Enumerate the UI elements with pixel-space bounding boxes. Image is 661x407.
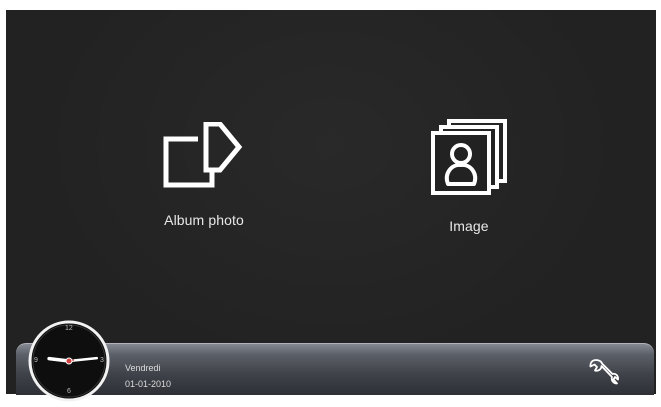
status-bar: Vendredi 01-01-2010 xyxy=(16,343,654,395)
image-label: Image xyxy=(449,218,489,234)
album-photo-button[interactable]: Album photo xyxy=(146,122,262,228)
clock-numeral-3: 3 xyxy=(100,357,104,364)
analog-clock: 12 3 6 9 xyxy=(28,320,110,402)
album-photo-label: Album photo xyxy=(164,212,244,228)
settings-button[interactable] xyxy=(588,357,620,387)
day-label: Vendredi xyxy=(125,363,161,373)
clock-numeral-6: 6 xyxy=(67,388,71,395)
clock-numeral-9: 9 xyxy=(34,357,38,364)
image-button[interactable]: Image xyxy=(411,118,527,234)
clock-numeral-12: 12 xyxy=(65,325,73,332)
album-share-icon xyxy=(163,122,243,188)
image-portrait-icon xyxy=(431,119,507,195)
date-label: 01-01-2010 xyxy=(125,379,172,389)
wrench-icon xyxy=(589,359,619,385)
